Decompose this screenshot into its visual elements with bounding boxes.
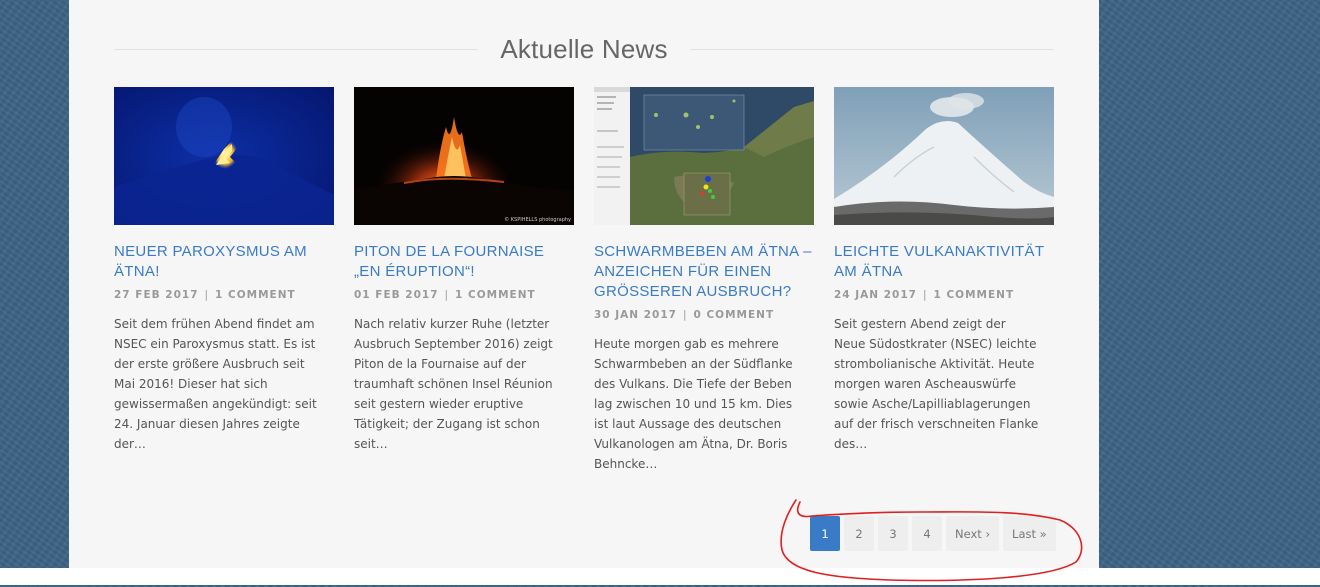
post-comments-link[interactable]: 1 COMMENT xyxy=(455,289,536,301)
post-comments-link[interactable]: 0 COMMENT xyxy=(694,309,775,321)
page-1-button[interactable]: 1 xyxy=(810,516,840,551)
snowy-volcano-image xyxy=(834,87,1054,225)
news-post: LEICHTE VULKANAKTIVITÄT AM ÄTNA 24 JAN 2… xyxy=(834,87,1054,454)
post-excerpt: Seit dem frühen Abend findet am NSEC ein… xyxy=(114,317,317,451)
thermal-eruption-image xyxy=(114,87,334,225)
post-thumbnail-etna-snow[interactable] xyxy=(834,87,1054,225)
post-date: 30 JAN 2017 xyxy=(594,309,677,321)
post-thumbnail-fournaise[interactable]: © KSPIHELLS photography xyxy=(354,87,574,225)
news-post: © KSPIHELLS photography PITON DE LA FOUR… xyxy=(354,87,574,454)
post-title-link[interactable]: SCHWARMBEBEN AM ÄTNA – ANZEICHEN FÜR EIN… xyxy=(594,242,814,302)
post-excerpt: Nach relativ kurzer Ruhe (letzter Ausbru… xyxy=(354,317,553,451)
post-meta: 01 FEB 2017 | 1 COMMENT xyxy=(354,289,574,301)
post-comments-link[interactable]: 1 COMMENT xyxy=(215,289,296,301)
lava-fountain-image: © KSPIHELLS photography xyxy=(354,87,574,225)
heading-rule-right xyxy=(689,48,1054,50)
post-title-link[interactable]: PITON DE LA FOURNAISE „EN ÉRUPTION“! xyxy=(354,242,574,282)
meta-separator: | xyxy=(682,309,688,321)
post-comments-link[interactable]: 1 COMMENT xyxy=(934,289,1015,301)
last-page-button[interactable]: Last » xyxy=(1003,516,1056,551)
content-panel: Aktuelle News NEUER PAROXYSMUS AM ÄTNA! … xyxy=(69,0,1099,568)
pagination: 1 2 3 4 Next › Last » xyxy=(810,516,1056,551)
meta-separator: | xyxy=(444,289,450,301)
section-title: Aktuelle News xyxy=(500,33,668,64)
news-post: NEUER PAROXYSMUS AM ÄTNA! 27 FEB 2017 | 1 … xyxy=(114,87,334,454)
news-post: SCHWARMBEBEN AM ÄTNA – ANZEICHEN FÜR EIN… xyxy=(594,87,814,474)
post-title-link[interactable]: LEICHTE VULKANAKTIVITÄT AM ÄTNA xyxy=(834,242,1054,282)
post-meta: 27 FEB 2017 | 1 COMMENT xyxy=(114,289,334,301)
page-3-button[interactable]: 3 xyxy=(878,516,908,551)
post-title-link[interactable]: NEUER PAROXYSMUS AM ÄTNA! xyxy=(114,242,334,282)
page-4-button[interactable]: 4 xyxy=(912,516,942,551)
image-caption: © KSPIHELLS photography xyxy=(504,216,571,223)
meta-separator: | xyxy=(922,289,928,301)
meta-separator: | xyxy=(204,289,210,301)
section-heading: Aktuelle News xyxy=(114,30,1054,68)
post-thumbnail-paroxysm[interactable] xyxy=(114,87,334,225)
post-excerpt: Seit gestern Abend zeigt der Neue Südost… xyxy=(834,317,1039,451)
post-date: 24 JAN 2017 xyxy=(834,289,917,301)
heading-rule-left xyxy=(114,48,479,50)
post-meta: 30 JAN 2017 | 0 COMMENT xyxy=(594,309,814,321)
page-2-button[interactable]: 2 xyxy=(844,516,874,551)
seismic-map-image xyxy=(594,87,814,225)
post-date: 27 FEB 2017 xyxy=(114,289,199,301)
post-thumbnail-swarm[interactable] xyxy=(594,87,814,225)
post-meta: 24 JAN 2017 | 1 COMMENT xyxy=(834,289,1054,301)
post-excerpt: Heute morgen gab es mehrere Schwarmbeben… xyxy=(594,337,793,471)
post-date: 01 FEB 2017 xyxy=(354,289,439,301)
page-below-panel xyxy=(0,568,1320,585)
next-page-button[interactable]: Next › xyxy=(946,516,1000,551)
